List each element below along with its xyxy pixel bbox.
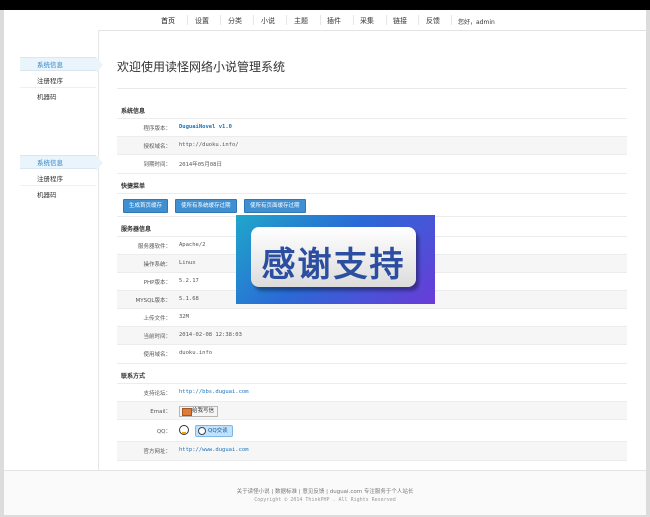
nav-novels[interactable]: 小说 <box>261 16 275 26</box>
nav-home[interactable]: 首页 <box>161 16 175 26</box>
page-title: 欢迎使用读怪网络小说管理系统 <box>117 60 286 74</box>
thanks-overlay-image: 感谢支持 <box>236 215 435 304</box>
info-row: 当前时间： 2014-02-08 12:38:03 <box>117 326 627 345</box>
contact-row: QQ： QQ交谈 <box>117 419 627 442</box>
row-label: 程序版本： <box>143 126 171 132</box>
nav-themes[interactable]: 主题 <box>294 16 308 26</box>
user-greeting[interactable]: 您好，admin <box>458 17 495 26</box>
sidebar-item-system-info-2[interactable]: 系统信息 <box>20 155 103 171</box>
row-value: 32M <box>179 314 189 320</box>
expire-system-cache-button[interactable]: 使所有系统缓存过期 <box>175 199 237 213</box>
thanks-plaque: 感谢支持 <box>251 227 416 287</box>
window-top-bar <box>0 0 650 10</box>
nav-links[interactable]: 链接 <box>393 16 407 26</box>
row-label: PHP版本： <box>143 280 171 286</box>
nav-divider <box>353 15 354 25</box>
generate-home-cache-button[interactable]: 生成首页缓存 <box>123 199 169 213</box>
qq-penguin-icon[interactable] <box>179 425 189 435</box>
row-label: 上传文件： <box>143 316 171 322</box>
footer-links[interactable]: 关于读怪小说 | 数据标准 | 意见反馈 | duguai.com 专注服务于个… <box>4 487 646 495</box>
official-site-link[interactable]: http://www.duguai.com <box>179 447 249 453</box>
row-label: 使用域名： <box>143 352 171 358</box>
nav-settings[interactable]: 设置 <box>195 16 209 26</box>
row-label: 授权域名： <box>143 144 171 150</box>
row-value: Linux <box>179 260 196 266</box>
sidebar: 系统信息 注册程序 机器码 系统信息 注册程序 机器码 <box>4 30 103 470</box>
sidebar-item-machine-code[interactable]: 机器码 <box>20 90 96 104</box>
qq-icon <box>198 427 206 435</box>
row-value: 2014-02-08 12:38:03 <box>179 332 242 338</box>
row-value: http://duoku.info/ <box>179 142 239 148</box>
qq-chat-button[interactable]: QQ交谈 <box>195 425 233 437</box>
section-contact: 联系方式 <box>121 373 146 380</box>
mail-icon <box>182 408 192 416</box>
nav-divider <box>286 15 287 25</box>
nav-divider <box>220 15 221 25</box>
quick-menu-row: 生成首页缓存 使所有系统缓存过期 使所有页面缓存过期 <box>117 193 627 217</box>
info-row: 授权域名： http://duoku.info/ <box>117 136 627 155</box>
row-label: QQ： <box>156 429 171 435</box>
sidebar-item-system-info[interactable]: 系统信息 <box>20 57 103 73</box>
sidebar-item-register[interactable]: 注册程序 <box>20 74 96 88</box>
title-divider <box>117 88 627 89</box>
contact-row: Email： 给我写信 <box>117 401 627 420</box>
sidebar-item-machine-code-2[interactable]: 机器码 <box>20 188 96 202</box>
row-value: 5.1.68 <box>179 296 199 302</box>
footer: 关于读怪小说 | 数据标准 | 意见反馈 | duguai.com 专注服务于个… <box>4 470 646 515</box>
nav-feedback[interactable]: 反馈 <box>426 16 440 26</box>
nav-divider <box>386 15 387 25</box>
nav-categories[interactable]: 分类 <box>228 16 242 26</box>
info-row: 到期时间： 2014年05月08日 <box>117 154 627 174</box>
sidebar-item-register-2[interactable]: 注册程序 <box>20 172 96 186</box>
nav-divider <box>187 15 188 25</box>
row-value: Apache/2 <box>179 242 206 248</box>
top-navigation: 首页 设置 分类 小说 主题 插件 采集 链接 反馈 您好，admin <box>4 10 646 31</box>
row-value: duoku.info <box>179 350 213 356</box>
row-label: 官方网址： <box>143 449 171 455</box>
info-row: 使用域名： duoku.info <box>117 344 627 364</box>
nav-collect[interactable]: 采集 <box>360 16 374 26</box>
row-value: 2014年05月08日 <box>179 162 222 168</box>
nav-divider <box>320 15 321 25</box>
thanks-text: 感谢支持 <box>261 245 406 285</box>
nav-plugins[interactable]: 插件 <box>327 16 341 26</box>
row-label: MYSQL版本： <box>135 298 172 304</box>
nav-divider <box>418 15 419 25</box>
expire-page-cache-button[interactable]: 使所有页面缓存过期 <box>244 199 306 213</box>
row-label: Email： <box>150 409 171 415</box>
row-label: 当前时间： <box>143 334 171 340</box>
contact-row: 支持论坛： http://bbs.duguai.com <box>117 383 627 402</box>
row-label: 支持论坛： <box>143 391 171 397</box>
section-quick-menu: 快捷菜单 <box>121 183 146 190</box>
nav-divider <box>451 15 452 25</box>
footer-copyright: Copyright © 2014 ThinkPHP . All Rights R… <box>254 497 396 503</box>
section-server-info: 服务器信息 <box>121 226 152 233</box>
info-row: 上传文件： 32M <box>117 308 627 327</box>
nav-divider <box>253 15 254 25</box>
row-label: 到期时间： <box>143 162 171 168</box>
section-system-info: 系统信息 <box>121 108 146 115</box>
row-label: 服务器软件： <box>137 244 171 250</box>
contact-row: 官方网址： http://www.duguai.com <box>117 441 627 461</box>
row-label: 操作系统： <box>143 262 171 268</box>
email-badge-label: 给我写信 <box>192 408 215 414</box>
row-value: 5.2.17 <box>179 278 199 284</box>
row-value: DuguaiNovel v1.0 <box>179 124 232 130</box>
qq-badge-label: QQ交谈 <box>208 428 228 434</box>
email-write-button[interactable]: 给我写信 <box>179 406 219 417</box>
info-row: 程序版本： DuguaiNovel v1.0 <box>117 118 627 137</box>
forum-link[interactable]: http://bbs.duguai.com <box>179 389 249 395</box>
